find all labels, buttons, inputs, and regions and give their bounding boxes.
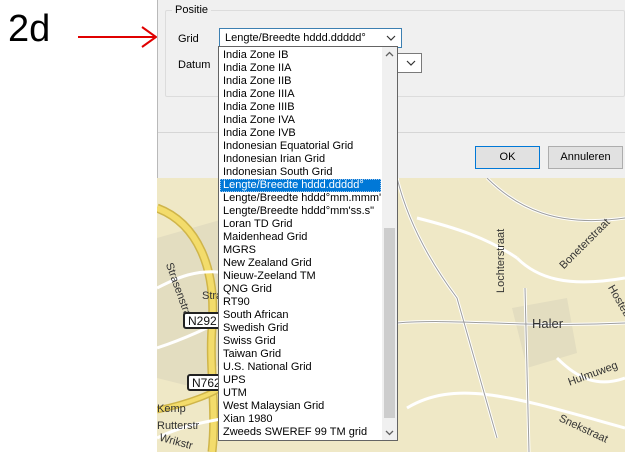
- ok-button[interactable]: OK: [475, 146, 540, 169]
- cancel-button[interactable]: Annuleren: [548, 146, 623, 169]
- dropdown-scrollbar[interactable]: [382, 47, 397, 440]
- dropdown-option[interactable]: Xian 1980: [220, 413, 381, 426]
- dropdown-option[interactable]: India Zone IIB: [220, 75, 381, 88]
- annotation-label: 2d: [8, 8, 51, 50]
- map-label: Haler: [532, 316, 564, 331]
- annotation-arrow-icon: [78, 26, 158, 48]
- dropdown-option[interactable]: UPS: [220, 374, 381, 387]
- dropdown-option[interactable]: Indonesian Equatorial Grid: [220, 140, 381, 153]
- dropdown-option[interactable]: Lengte/Breedte hddd°mm.mmm': [220, 192, 381, 205]
- dropdown-option[interactable]: Lengte/Breedte hddd.ddddd°: [220, 179, 381, 192]
- grid-select-value: Lengte/Breedte hddd.ddddd°: [225, 32, 366, 44]
- dropdown-option[interactable]: Swiss Grid: [220, 335, 381, 348]
- map-label: Kemp: [157, 403, 186, 415]
- dropdown-option[interactable]: Maidenhead Grid: [220, 231, 381, 244]
- grid-label: Grid: [178, 33, 199, 45]
- dropdown-option[interactable]: Lengte/Breedte hddd°mm'ss.s": [220, 205, 381, 218]
- dropdown-option[interactable]: New Zealand Grid: [220, 257, 381, 270]
- dropdown-option[interactable]: South African: [220, 309, 381, 322]
- dropdown-option[interactable]: RT90: [220, 296, 381, 309]
- dropdown-option[interactable]: Indonesian Irian Grid: [220, 153, 381, 166]
- map-label: Lochterstraat: [495, 228, 507, 293]
- dropdown-option[interactable]: Loran TD Grid: [220, 218, 381, 231]
- dropdown-option[interactable]: U.S. National Grid: [220, 361, 381, 374]
- dropdown-option[interactable]: Nieuw-Zeeland TM: [220, 270, 381, 283]
- dropdown-option[interactable]: India Zone IIIA: [220, 88, 381, 101]
- dropdown-option[interactable]: India Zone IIIB: [220, 101, 381, 114]
- group-title: Positie: [172, 4, 212, 16]
- dropdown-option[interactable]: India Zone IVB: [220, 127, 381, 140]
- map-label: Rutterstr: [157, 420, 200, 432]
- chevron-down-icon: [386, 35, 396, 41]
- dropdown-option[interactable]: MGRS: [220, 244, 381, 257]
- grid-dropdown-list[interactable]: India Zone IB India Zone IIA India Zone II…: [218, 46, 398, 441]
- road-shield: N292: [183, 312, 222, 329]
- dropdown-option[interactable]: India Zone IB: [220, 49, 381, 62]
- dropdown-option[interactable]: West Malaysian Grid: [220, 400, 381, 413]
- dropdown-option[interactable]: India Zone IVA: [220, 114, 381, 127]
- dropdown-option[interactable]: QNG Grid: [220, 283, 381, 296]
- grid-select[interactable]: Lengte/Breedte hddd.ddddd°: [219, 28, 402, 48]
- scrollbar-thumb[interactable]: [384, 228, 395, 418]
- dropdown-option[interactable]: UTM: [220, 387, 381, 400]
- dropdown-option[interactable]: Swedish Grid: [220, 322, 381, 335]
- dropdown-option[interactable]: Taiwan Grid: [220, 348, 381, 361]
- chevron-down-icon: [406, 60, 416, 66]
- scroll-up-icon[interactable]: [382, 47, 397, 62]
- dropdown-option[interactable]: India Zone IIA: [220, 62, 381, 75]
- scroll-down-icon[interactable]: [382, 425, 397, 440]
- datum-label: Datum: [178, 59, 211, 71]
- dropdown-option[interactable]: Zweeds SWEREF 99 TM grid: [220, 426, 381, 439]
- dropdown-option[interactable]: Indonesian South Grid: [220, 166, 381, 179]
